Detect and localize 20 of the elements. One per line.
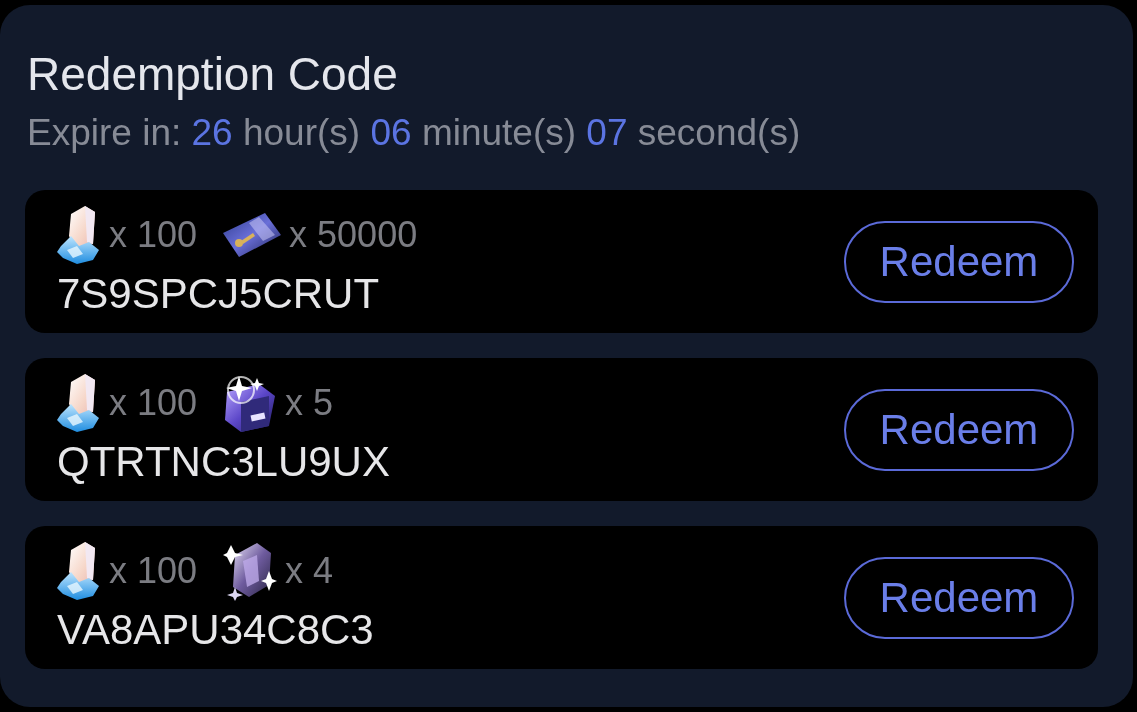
- redemption-code: QTRTNC3LU9UX: [57, 437, 390, 486]
- reward-amount: x 5: [285, 381, 334, 424]
- panel-title: Redemption Code: [27, 49, 398, 99]
- reward-amount: x 4: [285, 549, 334, 592]
- reward-amount: x 100: [109, 549, 198, 592]
- redeem-button[interactable]: Redeem: [844, 388, 1074, 471]
- redeem-button[interactable]: Redeem: [844, 220, 1074, 303]
- reward-amount: x 50000: [289, 213, 418, 256]
- sparkle-gem-icon: [223, 540, 278, 601]
- expiry-countdown: Expire in: 26 hour(s) 06 minute(s) 07 second(s): [27, 111, 801, 155]
- reward-amount: x 100: [109, 213, 198, 256]
- crystal-icon: [57, 205, 101, 264]
- crystal-icon: [57, 541, 101, 600]
- crystal-icon: [57, 373, 101, 432]
- redemption-code: 7S9SPCJ5CRUT: [57, 269, 380, 318]
- sparkle-cube-icon: [223, 373, 278, 432]
- key-card-icon: [223, 212, 282, 257]
- redemption-code: VA8APU34C8C3: [57, 605, 374, 654]
- reward-amount: x 100: [109, 381, 198, 424]
- redeem-button[interactable]: Redeem: [844, 556, 1074, 639]
